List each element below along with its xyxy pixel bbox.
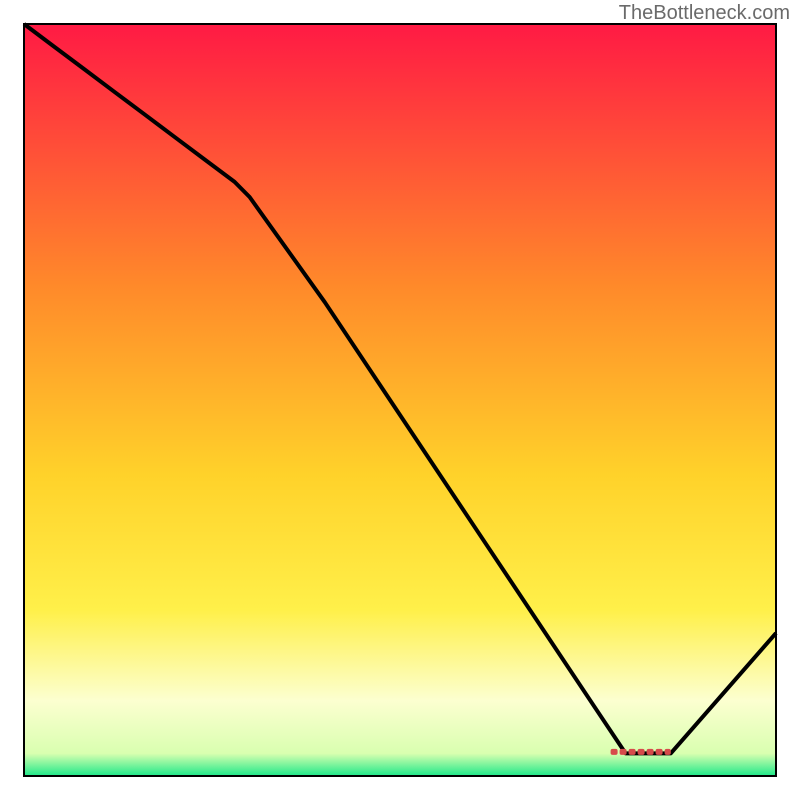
gradient-background <box>24 24 776 776</box>
attribution-text: TheBottleneck.com <box>619 2 790 25</box>
bottleneck-chart <box>0 0 800 800</box>
